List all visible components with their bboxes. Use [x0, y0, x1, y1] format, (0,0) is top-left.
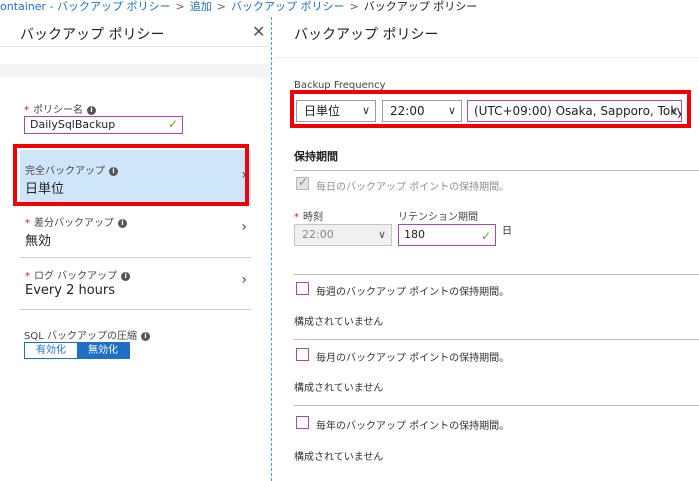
- monthly-retention-label: 毎月のバックアップ ポイントの保持期間。: [316, 353, 510, 364]
- diff-backup-value: 無効: [25, 234, 52, 249]
- monthly-retention-checkbox[interactable]: [296, 348, 309, 361]
- frequency-dropdown[interactable]: 日単位 ∨: [296, 100, 376, 122]
- section-divider: [294, 339, 699, 340]
- breadcrumb: ontainer - バックアップ ポリシー > 追加 > バックアップ ポリシー > バッ…: [0, 0, 699, 17]
- retention-heading: 保持期間: [294, 150, 338, 163]
- retention-period-input[interactable]: 180 ✓: [398, 224, 496, 246]
- policy-name-label: * ポリシー名 i: [24, 101, 96, 116]
- weekly-retention-checkbox[interactable]: [296, 282, 309, 295]
- info-icon[interactable]: i: [121, 272, 131, 281]
- full-backup-value: 日単位: [25, 182, 65, 197]
- blade-divider: [271, 17, 272, 481]
- section-divider: [294, 274, 699, 275]
- weekly-status: 構成されていません: [294, 317, 384, 328]
- right-title-divider: [275, 57, 699, 58]
- info-icon[interactable]: i: [109, 167, 118, 176]
- blade-header-strip: [0, 64, 271, 78]
- compression-toggle: 有効化 無効化: [24, 342, 130, 359]
- compression-label: SQL バックアップの圧縮 i: [24, 327, 150, 342]
- yearly-status: 構成されていません: [294, 452, 384, 463]
- chevron-down-icon: ∨: [669, 104, 678, 117]
- full-backup-label: 完全バックアップ i: [25, 162, 118, 177]
- compression-enable-button[interactable]: 有効化: [25, 343, 77, 358]
- chevron-right-icon: ›: [241, 272, 247, 288]
- time-label: * 時刻: [294, 212, 323, 223]
- chevron-down-icon: ∨: [377, 228, 386, 241]
- nav-item-diff-backup[interactable]: * 差分バックアップ i 無効 ›: [20, 206, 251, 258]
- log-backup-value: Every 2 hours: [25, 283, 116, 298]
- time-dropdown[interactable]: 22:00 ∨: [382, 100, 462, 122]
- valid-check-icon: ✓: [480, 229, 491, 243]
- info-icon[interactable]: i: [140, 332, 150, 341]
- chevron-right-icon: ›: [241, 219, 247, 235]
- section-divider: [294, 170, 699, 171]
- valid-check-icon: ✓: [167, 117, 178, 131]
- breadcrumb-item-add[interactable]: 追加: [190, 0, 212, 13]
- retention-period-label: リテンション期間: [398, 212, 478, 223]
- nav-item-log-backup[interactable]: * ログ バックアップ i Every 2 hours ›: [20, 258, 251, 310]
- retention-unit: 日: [502, 226, 512, 237]
- left-blade-title: バックアップ ポリシー: [20, 27, 165, 43]
- compression-disable-button[interactable]: 無効化: [77, 343, 129, 358]
- backup-frequency-label: Backup Frequency: [294, 80, 386, 91]
- timezone-dropdown[interactable]: (UTC+09:00) Osaka, Sapporo, Tokyo ∨: [467, 100, 682, 122]
- nav-item-full-backup[interactable]: 完全バックアップ i 日単位 ›: [20, 150, 251, 205]
- breadcrumb-item-current: バックアップ ポリシー: [363, 0, 478, 13]
- left-title-divider: [0, 46, 271, 47]
- info-icon[interactable]: i: [87, 106, 96, 115]
- yearly-retention-checkbox[interactable]: [296, 416, 309, 429]
- chevron-right-icon: ›: [241, 167, 247, 183]
- breadcrumb-item-backup-policy[interactable]: バックアップ ポリシー: [231, 0, 345, 13]
- info-icon[interactable]: i: [118, 219, 127, 228]
- daily-time-dropdown[interactable]: 22:00 ∨: [294, 224, 392, 246]
- daily-retention-label: 毎日のバックアップ ポイントの保持期間。: [316, 182, 510, 193]
- diff-backup-label: * 差分バックアップ i: [25, 214, 127, 229]
- policy-name-input[interactable]: DailySqlBackup ✓: [24, 116, 183, 134]
- breadcrumb-separator: >: [216, 0, 226, 13]
- monthly-status: 構成されていません: [294, 383, 384, 394]
- breadcrumb-item-container[interactable]: ontainer - バックアップ ポリシー: [0, 0, 171, 13]
- breadcrumb-separator: >: [349, 0, 359, 13]
- chevron-down-icon: ∨: [447, 104, 456, 117]
- log-backup-label: * ログ バックアップ i: [25, 267, 131, 282]
- weekly-retention-label: 毎週のバックアップ ポイントの保持期間。: [316, 287, 510, 298]
- right-blade-title: バックアップ ポリシー: [294, 27, 439, 43]
- daily-retention-checkbox[interactable]: [296, 175, 309, 190]
- close-icon[interactable]: ✕: [252, 22, 265, 41]
- yearly-retention-label: 毎年のバックアップ ポイントの保持期間。: [316, 421, 510, 432]
- breadcrumb-separator: >: [175, 0, 185, 13]
- chevron-down-icon: ∨: [361, 104, 370, 117]
- section-divider: [294, 405, 699, 406]
